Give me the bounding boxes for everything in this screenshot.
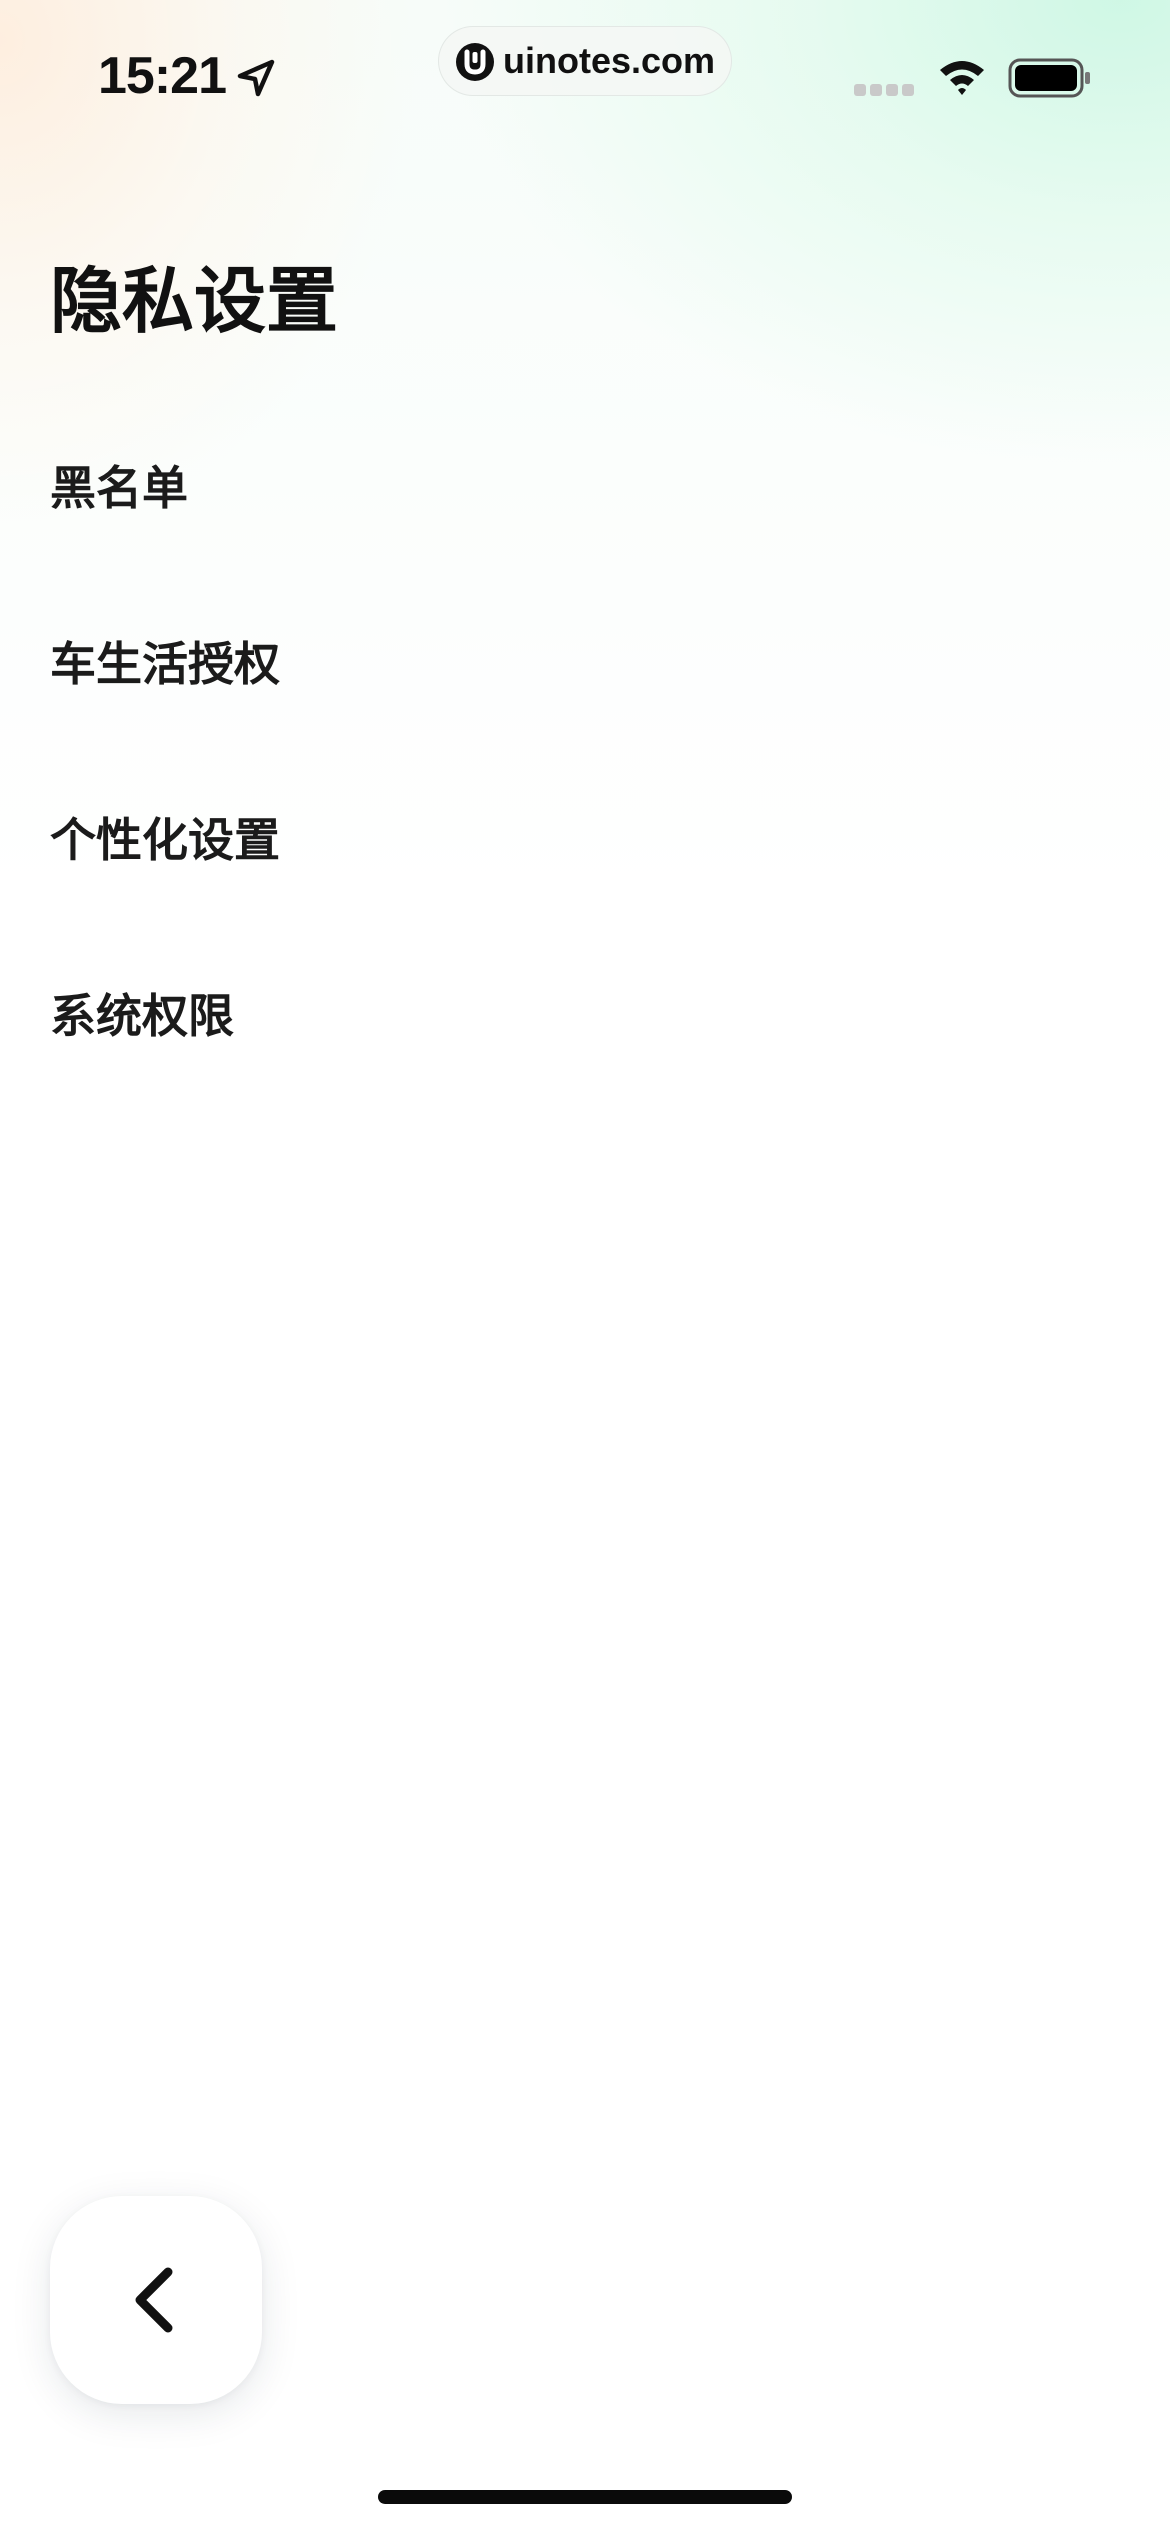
list-item-label: 车生活授权 (50, 637, 280, 691)
cellular-signal-icon (854, 84, 914, 96)
page-title: 隐私设置 (50, 259, 339, 344)
battery-icon (1008, 58, 1090, 98)
list-item-car-life-authorization[interactable]: 车生活授权 (0, 576, 1170, 752)
list-item-label: 系统权限 (50, 989, 234, 1043)
list-item-system-permissions[interactable]: 系统权限 (0, 928, 1170, 1104)
uinotes-logo-icon (456, 43, 494, 81)
wifi-icon (940, 61, 984, 95)
back-button[interactable] (50, 2196, 262, 2404)
settings-list: 黑名单 车生活授权 个性化设置 系统权限 (0, 400, 1170, 1104)
status-time: 15:21 (98, 47, 227, 105)
list-item-blacklist[interactable]: 黑名单 (0, 400, 1170, 576)
background-gradient (0, 0, 1170, 2532)
status-bar: 15:21 uinotes.com (0, 0, 1170, 150)
url-text: uinotes.com (503, 40, 716, 81)
list-item-label: 黑名单 (50, 461, 188, 515)
list-item-personalization[interactable]: 个性化设置 (0, 752, 1170, 928)
list-item-label: 个性化设置 (50, 813, 280, 867)
home-indicator[interactable] (378, 2490, 792, 2504)
chevron-left-icon (135, 2267, 173, 2333)
url-pill[interactable]: uinotes.com (438, 26, 732, 96)
location-arrow-icon (237, 59, 275, 97)
